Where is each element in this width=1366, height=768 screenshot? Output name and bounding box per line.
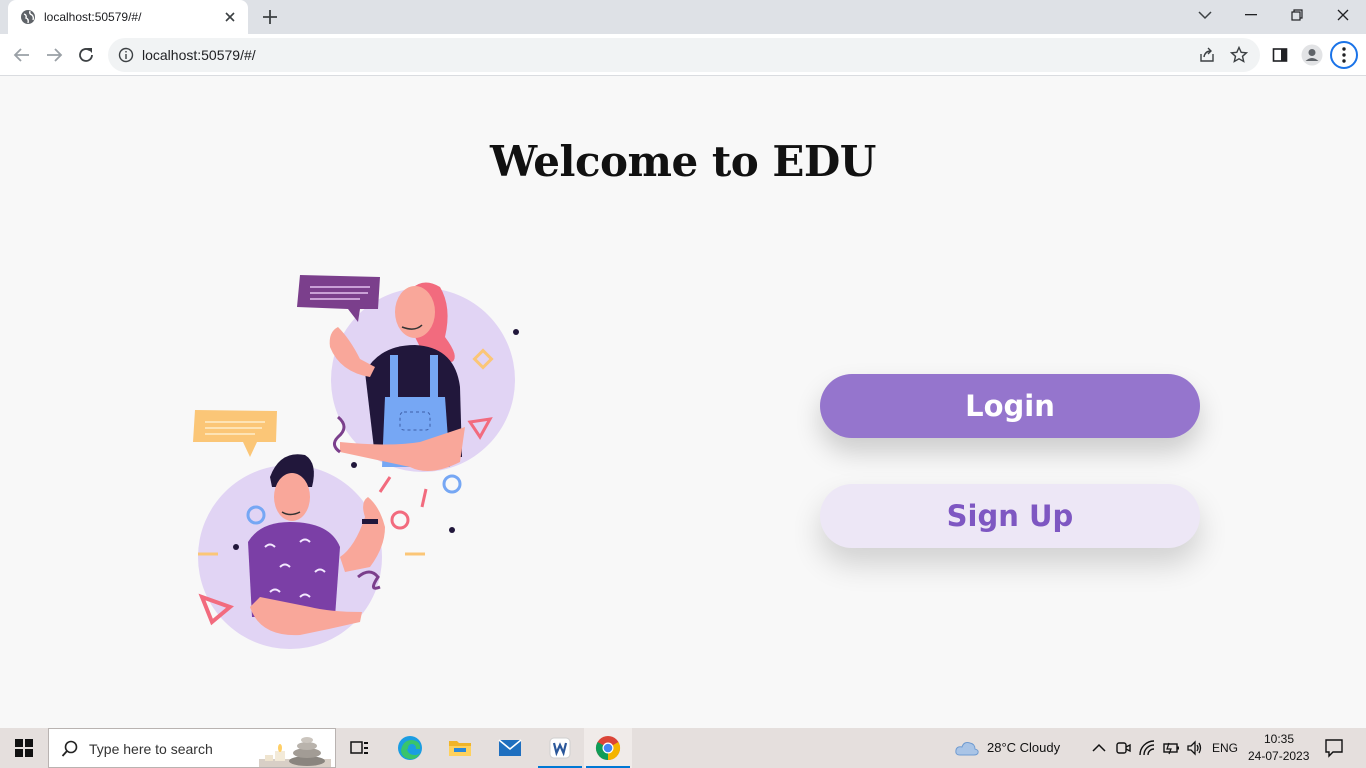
forward-button[interactable]	[42, 43, 66, 67]
task-view-button[interactable]	[336, 728, 384, 768]
clock-time[interactable]: 10:35	[1264, 732, 1294, 746]
taskbar-chrome[interactable]	[584, 728, 632, 768]
wifi-icon[interactable]	[1138, 739, 1156, 757]
chevron-down-icon	[1198, 11, 1212, 20]
address-bar[interactable]: localhost:50579/#/	[108, 38, 1260, 72]
people-chatting-illustration	[193, 275, 519, 649]
meet-now-icon[interactable]	[1114, 739, 1132, 757]
notifications-icon[interactable]	[1324, 738, 1344, 758]
close-icon	[1337, 9, 1349, 21]
login-button[interactable]: Login	[820, 374, 1200, 438]
mail-icon	[498, 739, 522, 756]
side-panel-button[interactable]	[1268, 43, 1292, 67]
volume-icon[interactable]	[1186, 739, 1204, 757]
chrome-icon	[595, 736, 621, 760]
chevron-up-icon[interactable]	[1090, 739, 1108, 757]
search-icon	[61, 740, 78, 757]
page-content: Welcome to EDU Login Sign Up	[0, 77, 1366, 728]
word-app-icon	[549, 737, 571, 759]
restore-icon	[1291, 9, 1303, 21]
tab-title: localhost:50579/#/	[44, 10, 142, 24]
browser-toolbar: localhost:50579/#/	[0, 34, 1366, 76]
page-title: Welcome to EDU	[490, 137, 876, 186]
restore-button[interactable]	[1274, 0, 1320, 30]
back-button[interactable]	[10, 43, 34, 67]
language-indicator[interactable]: ENG	[1212, 741, 1238, 755]
cloudy-weather-icon	[955, 742, 979, 756]
info-icon[interactable]	[118, 47, 134, 63]
forward-icon	[47, 48, 63, 62]
folder-icon	[449, 741, 471, 756]
url-text[interactable]: localhost:50579/#/	[142, 47, 256, 63]
close-icon[interactable]	[222, 9, 238, 25]
star-icon[interactable]	[1230, 46, 1248, 64]
stones-candle-icon	[259, 737, 331, 767]
browser-tab[interactable]: localhost:50579/#/	[8, 0, 248, 34]
menu-icon	[1342, 47, 1346, 63]
edge-icon	[398, 736, 422, 760]
minimize-icon	[1245, 14, 1257, 16]
signup-button[interactable]: Sign Up	[820, 484, 1200, 548]
battery-icon[interactable]	[1162, 739, 1180, 757]
minimize-button[interactable]	[1228, 0, 1274, 30]
reload-button[interactable]	[74, 43, 98, 67]
taskbar-word-app[interactable]	[536, 728, 584, 768]
plus-icon[interactable]	[260, 8, 280, 26]
weather-text[interactable]: 28°C Cloudy	[987, 740, 1060, 755]
windows-taskbar: Type here to search 28°C Cloudy ENG 10:3…	[0, 728, 1366, 768]
share-icon[interactable]	[1198, 46, 1216, 64]
start-button[interactable]	[0, 728, 48, 768]
tab-search-button[interactable]	[1182, 0, 1228, 30]
reload-icon	[79, 48, 93, 62]
back-icon	[13, 48, 29, 62]
globe-icon	[21, 10, 35, 24]
chrome-menu-button[interactable]	[1330, 41, 1358, 69]
side-panel-icon	[1272, 48, 1288, 62]
taskbar-edge[interactable]	[386, 728, 434, 768]
taskbar-file-explorer[interactable]	[436, 728, 484, 768]
close-window-button[interactable]	[1320, 0, 1366, 30]
windows-logo-icon	[15, 739, 33, 757]
task-view-icon	[350, 741, 368, 754]
taskbar-search-box[interactable]: Type here to search	[48, 728, 336, 768]
profile-button[interactable]	[1300, 43, 1324, 67]
search-placeholder: Type here to search	[89, 741, 213, 757]
profile-icon	[1301, 44, 1323, 66]
clock-date[interactable]: 24-07-2023	[1248, 749, 1309, 763]
taskbar-mail[interactable]	[486, 728, 534, 768]
browser-tab-strip: localhost:50579/#/	[0, 0, 1366, 34]
